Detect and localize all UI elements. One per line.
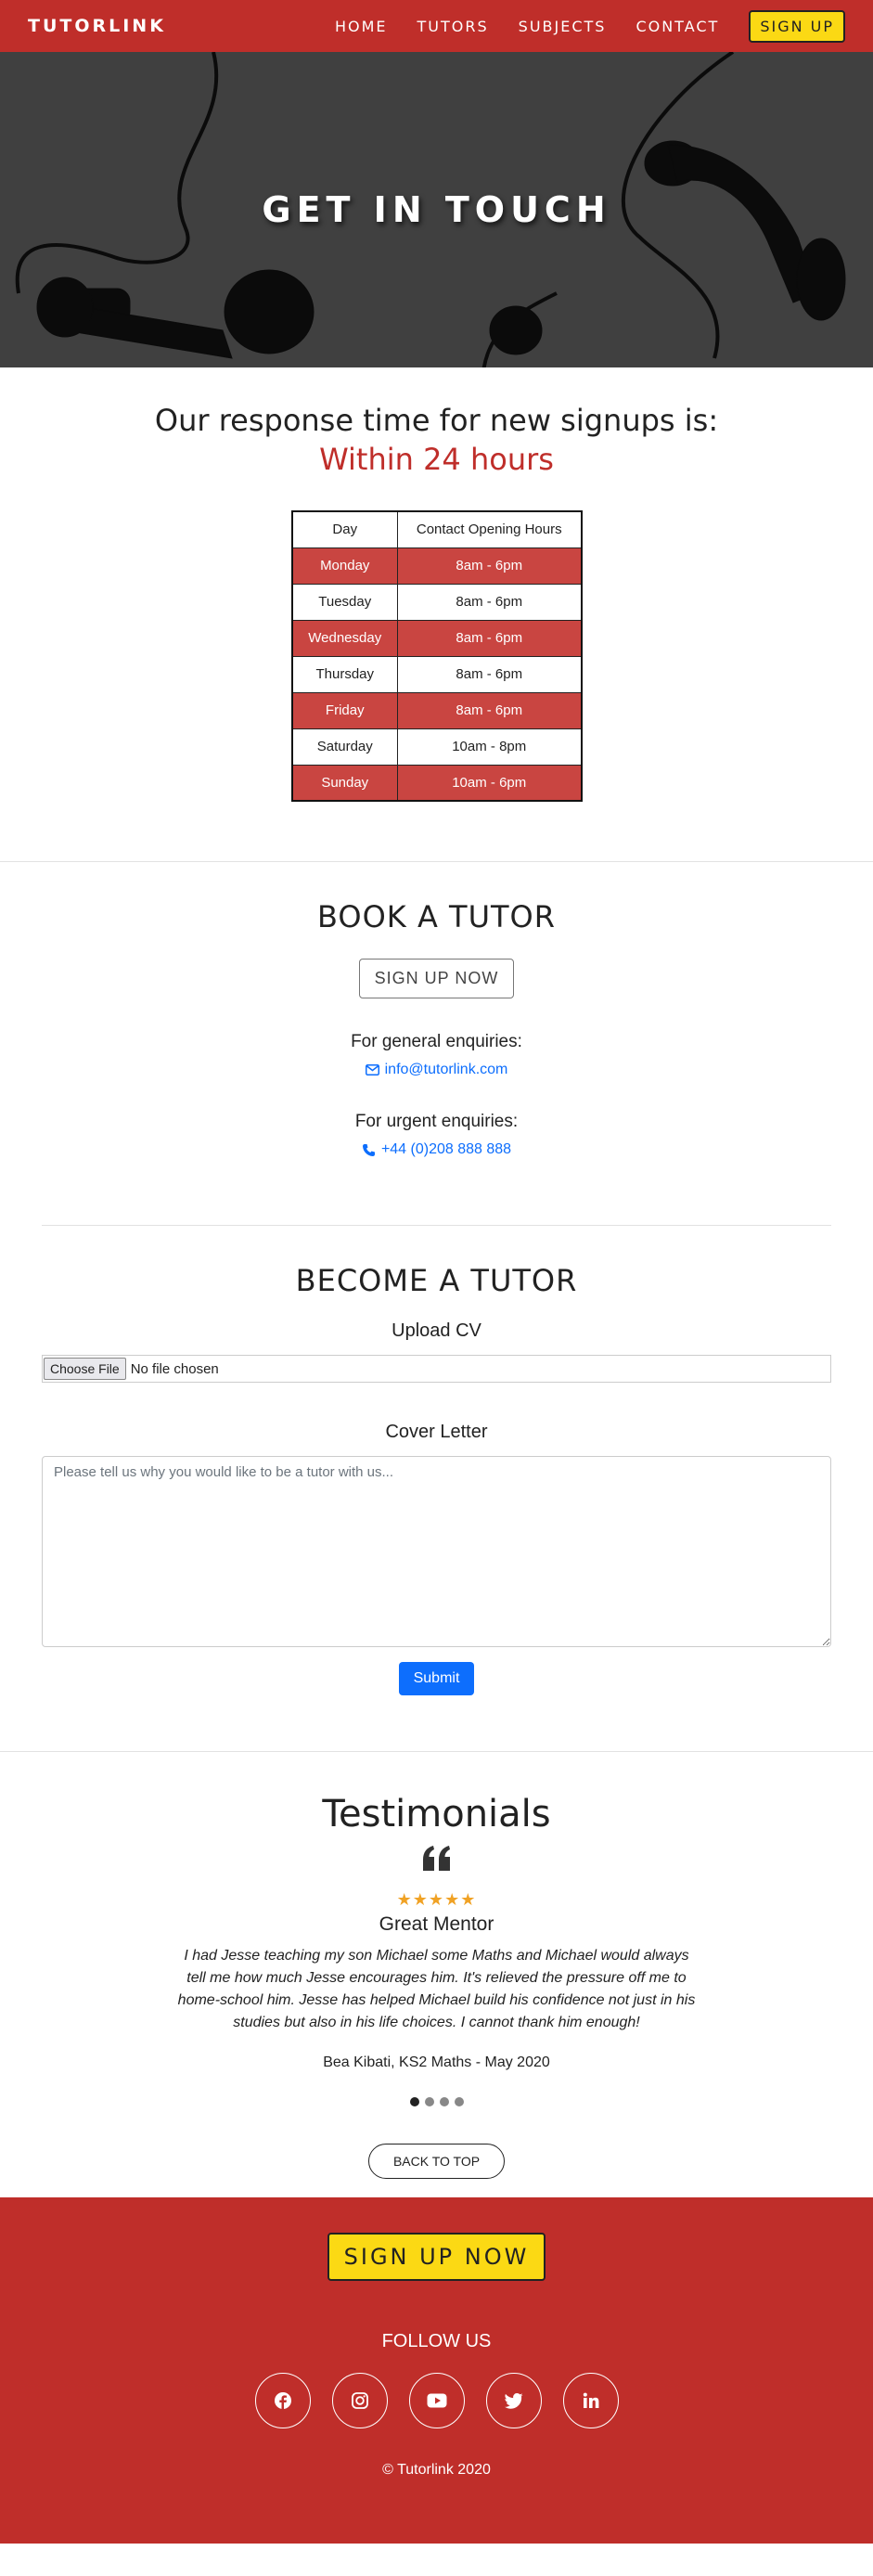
become-tutor-section: BECOME A TUTOR Upload CV Choose File No … [0,1226,873,1695]
file-status: No file chosen [130,1360,219,1377]
table-row: Tuesday 8am - 6pm [291,583,582,621]
footer-signup-button[interactable]: SIGN UP NOW [327,2233,546,2281]
navbar: TUTORLINK HOME TUTORS SUBJECTS CONTACT S… [0,0,873,52]
follow-us-label: FOLLOW US [381,2331,492,2351]
carousel-dot[interactable] [439,2097,449,2106]
phone-text: +44 (0)208 888 888 [380,1141,512,1157]
book-tutor-section: BOOK A TUTOR SIGN UP NOW For general enq… [0,862,873,1158]
star-rating: ★★★★★ [396,1890,477,1909]
testimonial-heading: Great Mentor [379,1913,494,1935]
table-row: Thursday 8am - 6pm [291,655,582,693]
urgent-enquiries-label: For urgent enquiries: [354,1112,519,1131]
twitter-icon [504,2392,522,2409]
table-cell: Thursday [291,655,398,693]
response-title: Our response time for new signups is: [154,403,719,438]
nav-link-contact[interactable]: CONTACT [635,18,719,35]
testimonial-author: Bea Kibati, KS2 Maths - May 2020 [323,2054,550,2070]
table-cell: Monday [291,547,398,585]
table-row: Wednesday 8am - 6pm [291,619,582,657]
table-row: Friday 8am - 6pm [291,691,582,729]
back-to-top-button[interactable]: BACK TO TOP [367,2144,506,2179]
submit-button[interactable]: Submit [398,1662,475,1695]
linkedin-icon [583,2392,598,2408]
footer: SIGN UP NOW FOLLOW US © Tutorlink 2020 [0,2197,873,2544]
upload-cv-label: Upload CV [392,1320,481,1341]
email-link[interactable]: info@tutorlink.com [0,1062,873,1078]
response-section: Our response time for new signups is: Wi… [0,367,873,802]
carousel-dot[interactable] [409,2097,419,2106]
phone-link[interactable]: +44 (0)208 888 888 [0,1141,873,1158]
table-cell: Saturday [291,728,398,766]
facebook-icon [274,2392,291,2409]
table-cell: Tuesday [291,583,398,621]
facebook-link[interactable] [254,2373,311,2428]
twitter-link[interactable] [485,2373,542,2428]
carousel-dot[interactable] [424,2097,434,2106]
youtube-icon [427,2393,446,2408]
carousel-dot[interactable] [454,2097,464,2106]
table-row: Monday 8am - 6pm [291,547,582,585]
table-cell: 8am - 6pm [397,619,582,657]
nav-link-subjects[interactable]: SUBJECTS [519,18,607,35]
linkedin-link[interactable] [562,2373,619,2428]
youtube-link[interactable] [408,2373,465,2428]
table-cell: 10am - 6pm [397,764,582,802]
response-highlight: Within 24 hours [319,442,554,477]
hero-title: GET IN TOUCH [262,189,611,230]
table-row: Saturday 10am - 8pm [291,728,582,766]
table-cell: 8am - 6pm [397,691,582,729]
testimonials-section: Testimonials ★★★★★ Great Mentor I had Je… [0,1752,873,2179]
nav-signup-button[interactable]: SIGN UP [749,9,845,43]
nav-link-tutors[interactable]: TUTORS [417,18,489,35]
table-cell: Sunday [291,764,398,802]
table-cell: 8am - 6pm [397,583,582,621]
quote-icon [0,1845,873,1877]
testimonial-text: I had Jesse teaching my son Michael some… [177,1948,696,2030]
table-header: Day [291,510,398,548]
social-links [0,2373,873,2428]
cover-letter-label: Cover Letter [385,1422,488,1442]
carousel-indicators [0,2097,873,2106]
table-cell: 8am - 6pm [397,655,582,693]
table-header-row: Day Contact Opening Hours [291,510,582,548]
table-cell: 10am - 8pm [397,728,582,766]
table-cell: Friday [291,691,398,729]
cv-file-input[interactable]: Choose File No file chosen [42,1355,831,1383]
sign-up-now-button[interactable]: SIGN UP NOW [358,959,515,998]
book-tutor-title: BOOK A TUTOR [317,899,556,934]
brand-logo[interactable]: TUTORLINK [28,16,166,36]
phone-icon [362,1143,375,1156]
copyright-text: © Tutorlink 2020 [382,2462,491,2478]
table-header: Contact Opening Hours [397,510,582,548]
instagram-icon [351,2392,368,2409]
become-tutor-title: BECOME A TUTOR [295,1263,578,1298]
email-text: info@tutorlink.com [384,1062,508,1077]
testimonials-title: Testimonials [322,1793,551,1835]
hero-banner: GET IN TOUCH [0,52,873,367]
nav-link-home[interactable]: HOME [335,18,388,35]
instagram-link[interactable] [331,2373,388,2428]
cover-letter-textarea[interactable] [42,1456,831,1647]
envelope-icon [365,1064,379,1075]
nav-links: HOME TUTORS SUBJECTS CONTACT SIGN UP [305,9,845,43]
choose-file-button[interactable]: Choose File [44,1358,126,1380]
table-row: Sunday 10am - 6pm [291,764,582,802]
opening-hours-table: Day Contact Opening Hours Monday 8am - 6… [290,510,583,802]
table-cell: Wednesday [291,619,398,657]
table-cell: 8am - 6pm [397,547,582,585]
general-enquiries-label: For general enquiries: [351,1032,522,1051]
